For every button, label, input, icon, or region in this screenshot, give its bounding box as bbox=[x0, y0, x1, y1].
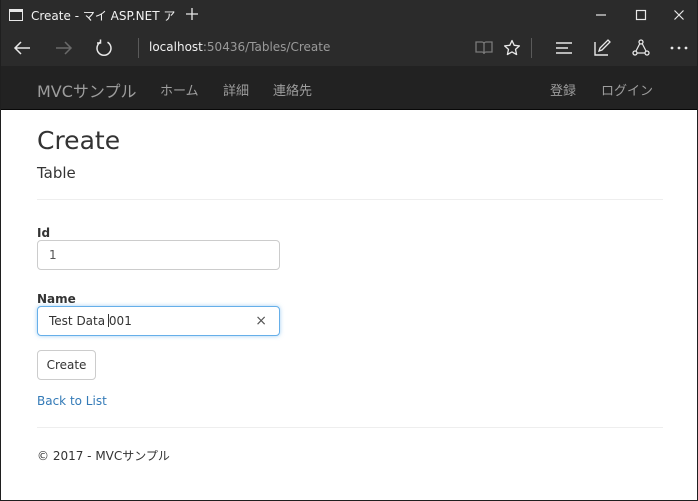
close-icon bbox=[674, 10, 684, 20]
toolbar-separator bbox=[531, 38, 532, 58]
refresh-icon bbox=[96, 39, 112, 56]
site-brand[interactable]: MVCサンプル bbox=[37, 78, 136, 102]
nav-link-about[interactable]: 詳細 bbox=[223, 80, 249, 99]
name-label: Name bbox=[37, 292, 76, 306]
nav-link-login[interactable]: ログイン bbox=[601, 80, 653, 99]
star-icon bbox=[503, 39, 521, 56]
hub-button[interactable] bbox=[549, 34, 579, 62]
name-input[interactable]: Test Data 001 × bbox=[37, 306, 280, 336]
more-dots-icon bbox=[670, 46, 688, 50]
nav-link-contact[interactable]: 連絡先 bbox=[273, 80, 312, 99]
reading-view-button[interactable] bbox=[469, 34, 499, 62]
page-subtitle: Table bbox=[37, 164, 76, 182]
maximize-icon bbox=[635, 9, 647, 21]
back-button[interactable] bbox=[7, 34, 37, 62]
address-input[interactable]: localhost:50436/Tables/Create bbox=[149, 40, 330, 54]
site-navbar: MVCサンプル ホーム 詳細 連絡先 登録 ログイン bbox=[1, 66, 697, 110]
browser-toolbar: localhost:50436/Tables/Create bbox=[1, 30, 697, 66]
title-bar: Create - マイ ASP.NET ア bbox=[1, 0, 697, 30]
footer-divider bbox=[37, 427, 663, 428]
url-host: localhost bbox=[149, 40, 203, 54]
id-input-value: 1 bbox=[49, 248, 57, 262]
minimize-button[interactable] bbox=[579, 0, 623, 30]
page-title: Create bbox=[37, 126, 121, 155]
url-path: :50436/Tables/Create bbox=[202, 40, 331, 54]
arrow-right-icon bbox=[56, 41, 73, 55]
nav-link-home[interactable]: ホーム bbox=[160, 80, 199, 99]
refresh-button[interactable] bbox=[89, 34, 119, 62]
divider bbox=[37, 199, 663, 200]
close-window-button[interactable] bbox=[657, 0, 697, 30]
tab-title: Create - マイ ASP.NET ア bbox=[31, 8, 176, 23]
more-button[interactable] bbox=[664, 34, 694, 62]
hub-icon bbox=[556, 42, 572, 54]
name-input-value-end: 001 bbox=[108, 314, 132, 328]
back-to-list-link[interactable]: Back to List bbox=[37, 394, 107, 408]
page-icon bbox=[9, 9, 23, 21]
arrow-left-icon bbox=[13, 41, 30, 55]
name-input-value-start: Test Data bbox=[49, 314, 109, 328]
forward-button[interactable] bbox=[49, 34, 79, 62]
minimize-icon bbox=[596, 14, 606, 16]
book-icon bbox=[475, 41, 493, 55]
footer-text: © 2017 - MVCサンプル bbox=[37, 449, 170, 463]
favorite-button[interactable] bbox=[497, 34, 527, 62]
address-separator bbox=[138, 38, 139, 58]
nav-link-register[interactable]: 登録 bbox=[550, 80, 576, 99]
share-button[interactable] bbox=[626, 34, 656, 62]
plus-icon bbox=[186, 8, 198, 20]
share-icon bbox=[632, 39, 650, 56]
browser-window: Create - マイ ASP.NET ア localhost:50436/Ta… bbox=[0, 0, 698, 501]
id-input[interactable]: 1 bbox=[37, 240, 280, 270]
browser-tab[interactable]: Create - マイ ASP.NET ア bbox=[1, 0, 177, 30]
create-button[interactable]: Create bbox=[37, 350, 96, 380]
clear-input-icon[interactable]: × bbox=[255, 307, 267, 335]
id-label: Id bbox=[37, 226, 51, 240]
web-note-button[interactable] bbox=[587, 34, 617, 62]
new-tab-button[interactable] bbox=[181, 3, 203, 25]
pen-note-icon bbox=[594, 39, 611, 56]
